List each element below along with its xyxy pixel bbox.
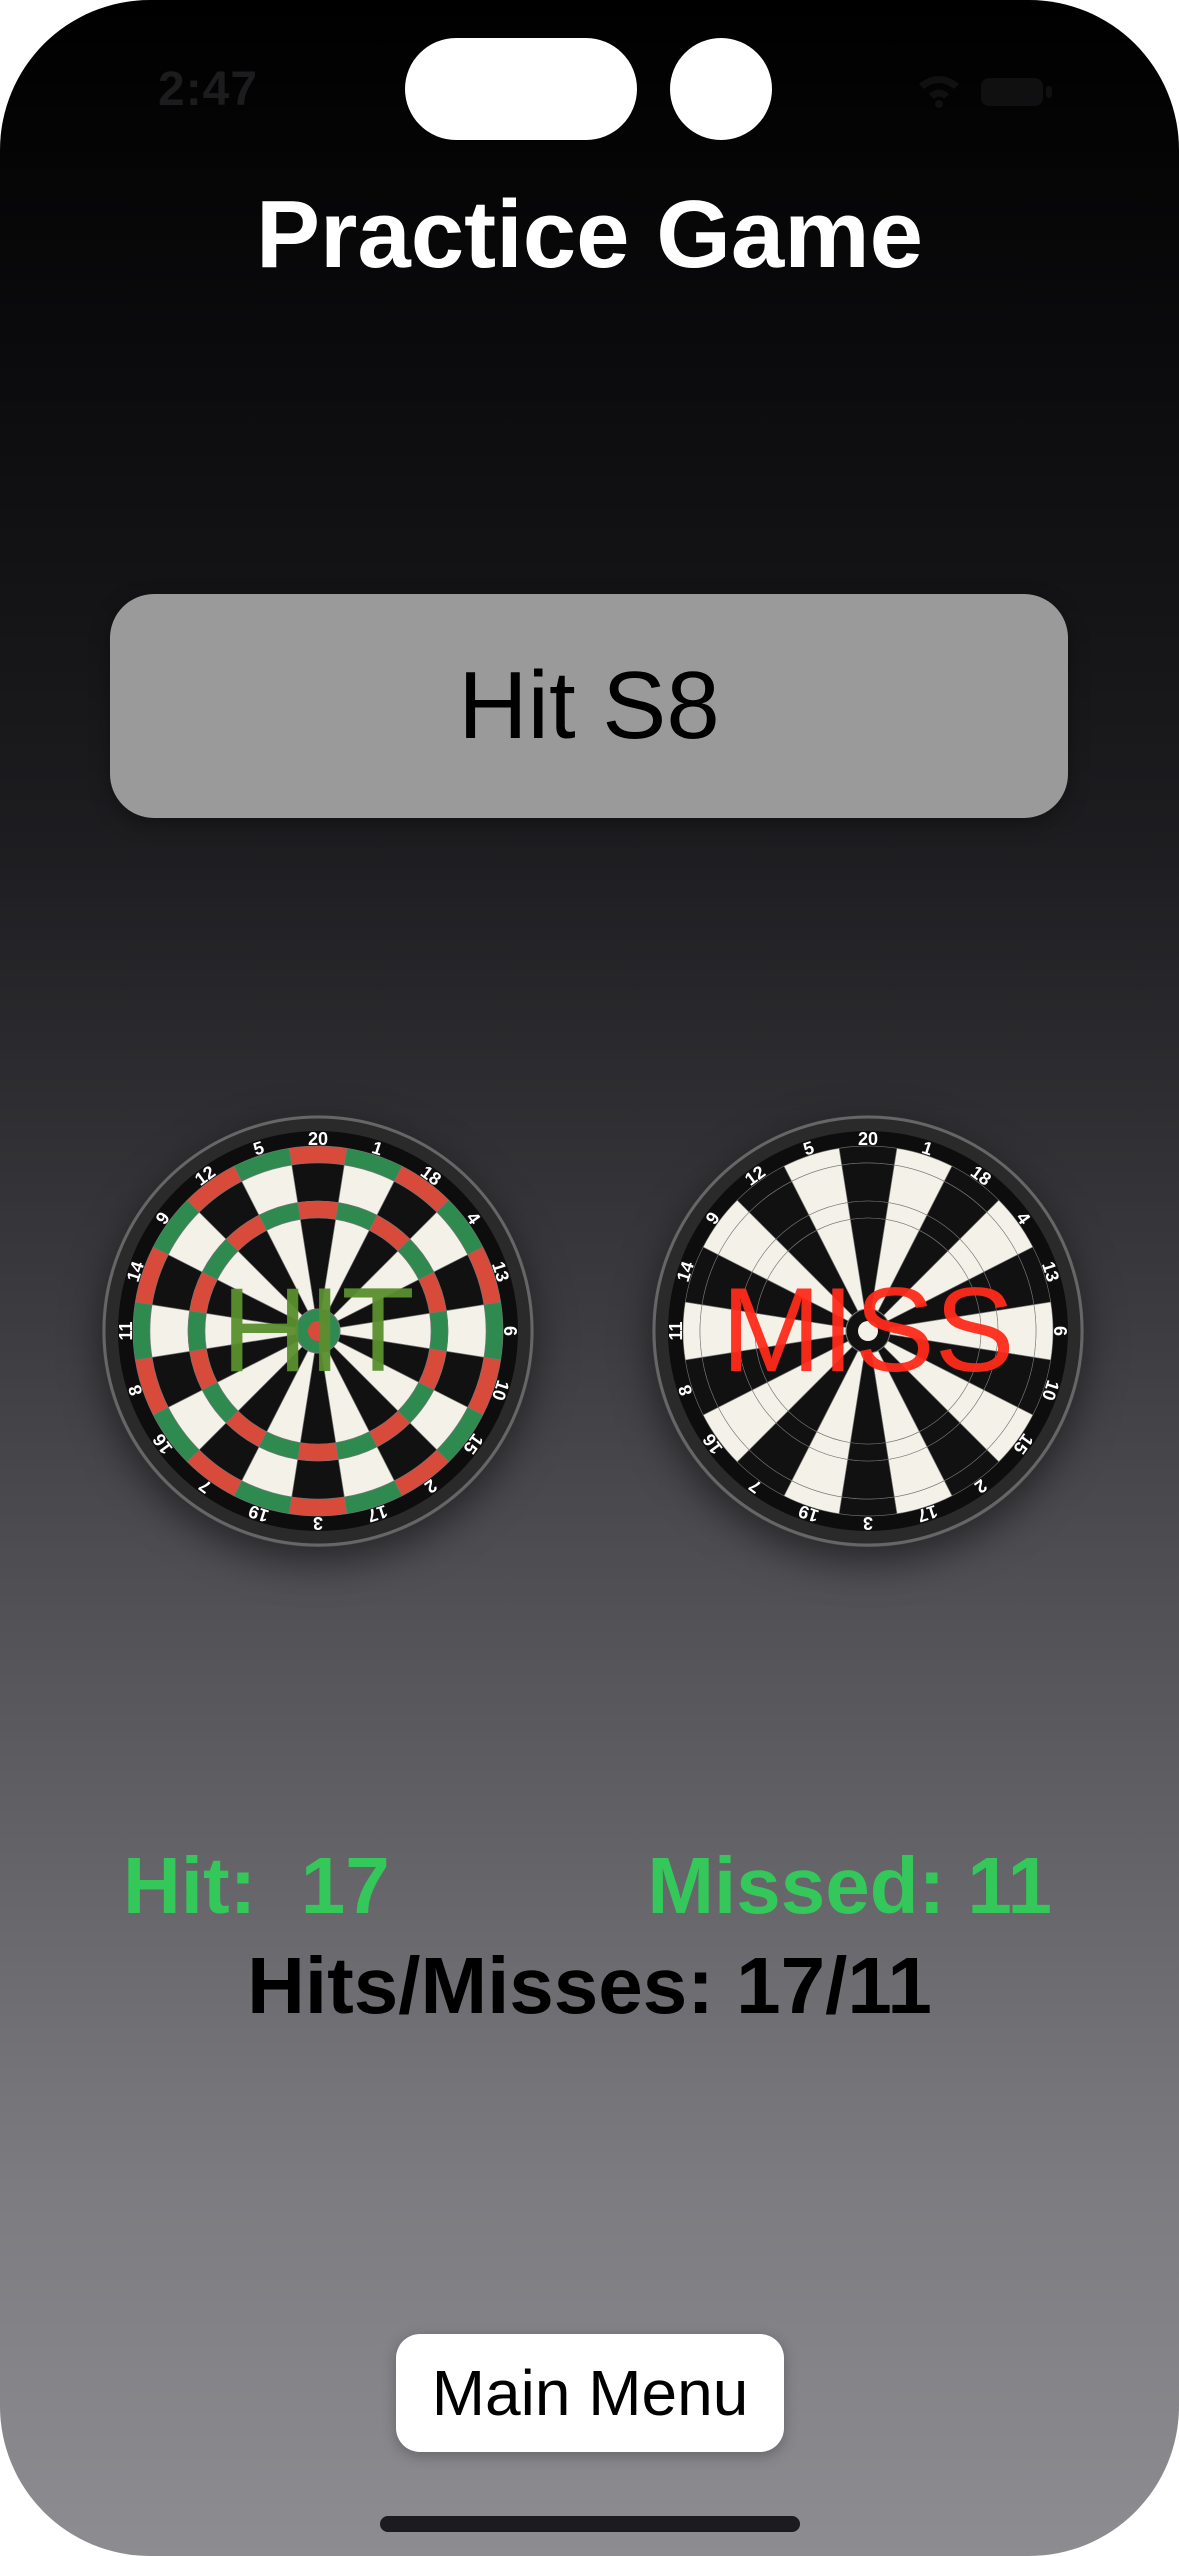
svg-text:20: 20 — [858, 1129, 878, 1149]
hit-count: Hit: 17 — [123, 1841, 390, 1930]
svg-text:6: 6 — [1050, 1326, 1070, 1336]
main-menu-label: Main Menu — [431, 2357, 749, 2429]
status-icons — [919, 76, 1052, 108]
svg-text:20: 20 — [308, 1129, 328, 1149]
target-text: Hit S8 — [458, 652, 720, 759]
camera-cutout — [670, 38, 772, 140]
svg-text:3: 3 — [313, 1513, 323, 1533]
home-indicator — [380, 2516, 800, 2532]
hit-miss-ratio: Hits/Misses: 17/11 — [247, 1941, 932, 2030]
svg-text:3: 3 — [863, 1513, 873, 1533]
page-title: Practice Game — [255, 181, 924, 288]
battery-icon — [981, 78, 1052, 106]
miss-button[interactable]: 20 1 18 4 13 6 10 15 2 17 3 19 7 16 8 11 14 9 12 5 MISS — [652, 1115, 1084, 1547]
missed-count: Missed: 11 — [647, 1841, 1052, 1930]
app-screen: 2:47 Practice Game Hit S8 20 1 18 4 13 6 10 15 2… — [0, 0, 1179, 2556]
svg-text:11: 11 — [666, 1321, 686, 1340]
status-time: 2:47 — [158, 63, 259, 116]
miss-dartboard-icon: 20 11841361015217319716811149125MISS — [652, 1115, 1084, 1547]
svg-text:MISS: MISS — [721, 1263, 1014, 1397]
target-display: Hit S8 — [110, 594, 1068, 818]
hit-dartboard-icon: 20 11841361015217319716811149125HIT — [102, 1115, 534, 1547]
dynamic-island — [405, 38, 637, 140]
status-bar: 2:47 — [0, 0, 1179, 170]
svg-text:6: 6 — [500, 1326, 520, 1336]
svg-text:11: 11 — [116, 1321, 136, 1340]
svg-text:HIT: HIT — [221, 1263, 414, 1397]
hit-button[interactable]: 20 1 18 4 13 6 10 15 2 17 3 19 7 16 8 11 14 9 12 5 HIT — [102, 1115, 534, 1547]
wifi-icon — [919, 76, 959, 108]
main-menu-button[interactable]: Main Menu — [396, 2334, 784, 2452]
